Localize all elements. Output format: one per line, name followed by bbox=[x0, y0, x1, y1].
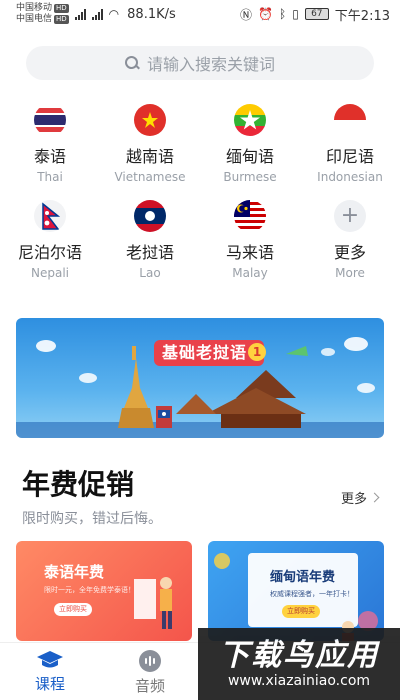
language-name: 更多 bbox=[333, 243, 366, 262]
section-title: 年费促销 bbox=[22, 468, 135, 501]
graduation-cap-icon bbox=[37, 651, 63, 668]
promo-card-thai[interactable]: 泰语年费 限时一元，全年免费学泰语！ 立即购买 bbox=[16, 541, 192, 641]
search-icon bbox=[124, 56, 139, 70]
nepal-flag-icon bbox=[34, 200, 66, 232]
language-item-burmese[interactable]: 缅甸语 Burmese bbox=[200, 100, 300, 196]
language-english-name: Burmese bbox=[223, 170, 277, 184]
hd-badge: HD bbox=[54, 15, 69, 24]
card-title: 缅甸语年费 bbox=[270, 570, 336, 585]
watermark-title: 下载鸟应用 bbox=[219, 638, 379, 673]
language-english-name: Malay bbox=[232, 266, 268, 280]
clock: 下午2:13 bbox=[334, 8, 390, 24]
language-item-more[interactable]: + 更多 More bbox=[300, 196, 400, 292]
section-subtitle: 限时购买，错过后悔。 bbox=[22, 511, 162, 527]
language-name: 越南语 bbox=[125, 147, 174, 166]
tab-courses[interactable]: 课程 bbox=[0, 643, 100, 700]
language-grid: 泰语 Thai 越南语 Vietnamese 缅甸语 Burmese 印尼语 I… bbox=[0, 100, 400, 292]
malaysia-flag-icon bbox=[234, 200, 266, 232]
card-title: 泰语年费 bbox=[44, 563, 105, 581]
carrier-1: 中国移动 bbox=[16, 3, 53, 13]
course-banner[interactable]: 基础老挝语 1 bbox=[16, 318, 384, 438]
tab-audio[interactable]: 音频 bbox=[100, 643, 200, 700]
bluetooth-icon: ᛒ bbox=[278, 7, 287, 21]
laos-flag-icon bbox=[134, 200, 166, 232]
language-item-malay[interactable]: 马来语 Malay bbox=[200, 196, 300, 292]
alarm-icon: ⏰ bbox=[258, 7, 273, 21]
battery-icon: 67 bbox=[304, 8, 329, 20]
language-item-indonesian[interactable]: 印尼语 Indonesian bbox=[300, 100, 400, 196]
wifi-icon: ◠ bbox=[108, 7, 120, 21]
vietnam-flag-icon bbox=[134, 104, 166, 136]
vibrate-icon: ▯ bbox=[292, 7, 299, 21]
buy-button[interactable]: 立即购买 bbox=[282, 605, 320, 618]
language-item-vietnamese[interactable]: 越南语 Vietnamese bbox=[100, 100, 200, 196]
nfc-icon: Ⓝ bbox=[240, 7, 253, 22]
thailand-flag-icon bbox=[34, 104, 66, 136]
myanmar-flag-icon bbox=[234, 104, 266, 136]
indonesia-flag-icon bbox=[334, 104, 366, 136]
signal-icon bbox=[91, 8, 103, 20]
language-english-name: Thai bbox=[37, 170, 63, 184]
banner-number: 1 bbox=[248, 343, 266, 361]
language-name: 尼泊尔语 bbox=[17, 243, 82, 262]
banner-title: 基础老挝语 bbox=[162, 343, 248, 362]
language-item-nepali[interactable]: 尼泊尔语 Nepali bbox=[0, 196, 100, 292]
language-name: 缅甸语 bbox=[225, 147, 274, 166]
hd-badge: HD bbox=[54, 4, 69, 13]
language-name: 印尼语 bbox=[325, 147, 374, 166]
language-item-lao[interactable]: 老挝语 Lao bbox=[100, 196, 200, 292]
signal-icon bbox=[74, 8, 86, 20]
chevron-right-icon bbox=[369, 492, 380, 503]
promo-card-burmese[interactable]: 缅甸语年费 权威课程强者，一年打卡！ 立即购买 bbox=[208, 541, 384, 641]
watermark-url: www.xiazainiao.com bbox=[227, 673, 371, 689]
net-speed: 88.1K/s bbox=[127, 6, 176, 22]
watermark: 下载鸟应用 www.xiazainiao.com bbox=[198, 628, 400, 700]
language-name: 泰语 bbox=[33, 147, 66, 166]
language-english-name: Indonesian bbox=[317, 170, 383, 184]
language-english-name: Lao bbox=[139, 266, 161, 280]
language-english-name: Vietnamese bbox=[114, 170, 186, 184]
language-name: 马来语 bbox=[225, 243, 274, 262]
audio-icon bbox=[139, 650, 161, 672]
card-description: 限时一元，全年免费学泰语！ bbox=[44, 586, 135, 594]
carrier-2: 中国电信 bbox=[16, 14, 53, 24]
carrier-info: 中国移动 HD 中国电信 HD bbox=[16, 3, 69, 25]
card-description: 权威课程强者，一年打卡！ bbox=[270, 590, 354, 598]
status-bar: 中国移动 HD 中国电信 HD ◠ 88.1K/s Ⓝ ⏰ ᛒ ▯ 67 下午2… bbox=[0, 0, 400, 28]
more-link[interactable]: 更多 bbox=[340, 488, 380, 507]
search-placeholder: 请输入搜索关键词 bbox=[146, 55, 275, 74]
language-english-name: Nepali bbox=[31, 266, 69, 280]
language-item-thai[interactable]: 泰语 Thai bbox=[0, 100, 100, 196]
search-input[interactable]: 请输入搜索关键词 bbox=[26, 46, 374, 80]
tab-label: 音频 bbox=[134, 677, 165, 695]
language-name: 老挝语 bbox=[125, 243, 174, 262]
tab-label: 课程 bbox=[34, 675, 65, 693]
banner-illustration bbox=[16, 337, 384, 438]
buy-button[interactable]: 立即购买 bbox=[54, 603, 92, 616]
language-english-name: More bbox=[335, 266, 365, 280]
plus-icon: + bbox=[334, 200, 366, 232]
more-label: 更多 bbox=[340, 492, 367, 507]
